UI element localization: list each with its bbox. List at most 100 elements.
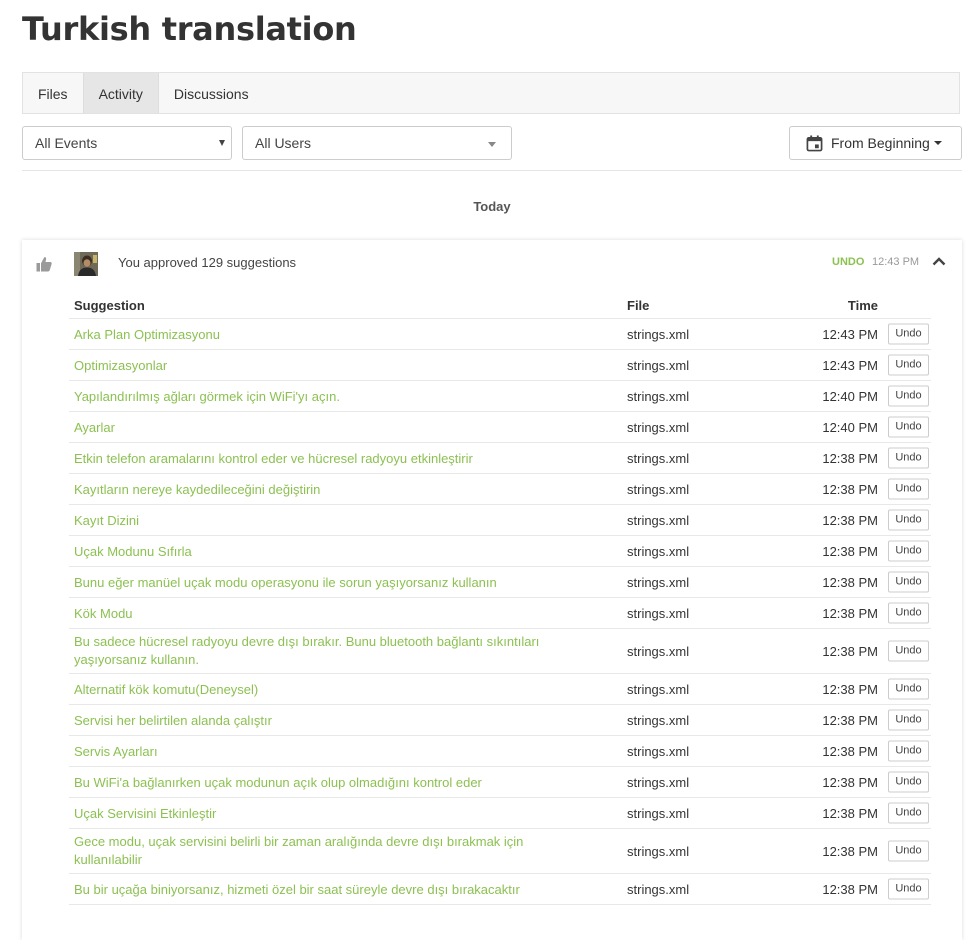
file-name: strings.xml bbox=[627, 712, 690, 728]
table-row: Kök Modu strings.xml 12:38 PM Undo bbox=[69, 598, 931, 629]
column-header-suggestion: Suggestion bbox=[74, 298, 145, 313]
suggestion-link[interactable]: Alternatif kök komutu(Deneysel) bbox=[74, 681, 574, 699]
undo-button[interactable]: Undo bbox=[888, 678, 929, 700]
undo-button[interactable]: Undo bbox=[888, 640, 929, 662]
row-time: 12:38 PM bbox=[822, 681, 878, 697]
file-name: strings.xml bbox=[627, 419, 690, 435]
divider bbox=[22, 170, 962, 171]
chevron-down-icon bbox=[933, 141, 942, 145]
tab-files[interactable]: Files bbox=[23, 73, 83, 113]
file-name: strings.xml bbox=[627, 574, 690, 590]
suggestion-link[interactable]: Kök Modu bbox=[74, 605, 574, 623]
suggestion-link[interactable]: Ayarlar bbox=[74, 419, 574, 437]
row-time: 12:38 PM bbox=[822, 774, 878, 790]
column-header-file: File bbox=[627, 298, 650, 313]
file-name: strings.xml bbox=[627, 481, 690, 497]
table-row: Uçak Servisini Etkinleştir strings.xml 12:… bbox=[69, 798, 931, 829]
suggestion-link[interactable]: Gece modu, uçak servisini belirli bir za… bbox=[74, 833, 574, 869]
undo-button[interactable]: Undo bbox=[888, 740, 929, 762]
tab-discussions[interactable]: Discussions bbox=[159, 73, 264, 113]
table-row: Kayıt Dizini strings.xml 12:38 PM Undo bbox=[69, 505, 931, 536]
undo-button[interactable]: Undo bbox=[888, 540, 929, 562]
chevron-up-icon[interactable] bbox=[932, 256, 946, 266]
table-row: Bu sadece hücresel radyoyu devre dışı bı… bbox=[69, 629, 931, 674]
row-time: 12:38 PM bbox=[822, 605, 878, 621]
file-name: strings.xml bbox=[627, 512, 690, 528]
avatar bbox=[74, 252, 98, 276]
table-row: Arka Plan Optimizasyonu strings.xml 12:43 … bbox=[69, 319, 931, 350]
date-range-label: From Beginning bbox=[831, 135, 930, 151]
users-filter-select[interactable]: All Users bbox=[242, 126, 512, 160]
row-time: 12:38 PM bbox=[822, 805, 878, 821]
dropdown-caret-icon bbox=[488, 142, 496, 147]
file-name: strings.xml bbox=[627, 357, 690, 373]
activity-time: 12:43 PM bbox=[872, 256, 920, 268]
page-title: Turkish translation bbox=[22, 10, 357, 48]
activity-card: You approved 129 suggestions UNDO 12:43 … bbox=[22, 240, 962, 940]
undo-button[interactable]: Undo bbox=[888, 709, 929, 731]
suggestion-link[interactable]: Bu sadece hücresel radyoyu devre dışı bı… bbox=[74, 633, 574, 669]
date-range-button[interactable]: From Beginning bbox=[789, 126, 962, 160]
table-row: Servisi her belirtilen alanda çalıştır st… bbox=[69, 705, 931, 736]
suggestion-link[interactable]: Etkin telefon aramalarını kontrol eder v… bbox=[74, 450, 574, 468]
undo-button[interactable]: Undo bbox=[888, 447, 929, 469]
undo-button[interactable]: Undo bbox=[888, 509, 929, 531]
row-time: 12:43 PM bbox=[822, 326, 878, 342]
file-name: strings.xml bbox=[627, 388, 690, 404]
suggestion-link[interactable]: Servis Ayarları bbox=[74, 743, 574, 761]
file-name: strings.xml bbox=[627, 743, 690, 759]
undo-button[interactable]: Undo bbox=[888, 802, 929, 824]
suggestion-link[interactable]: Yapılandırılmış ağları görmek için WiFi'… bbox=[74, 388, 574, 406]
undo-button[interactable]: Undo bbox=[888, 878, 929, 900]
column-header-time: Time bbox=[847, 298, 878, 313]
dropdown-caret-icon bbox=[219, 140, 225, 146]
undo-button[interactable]: Undo bbox=[888, 354, 929, 376]
suggestion-link[interactable]: Arka Plan Optimizasyonu bbox=[74, 326, 574, 344]
suggestion-link[interactable]: Uçak Modunu Sıfırla bbox=[74, 543, 574, 561]
suggestion-link[interactable]: Optimizasyonlar bbox=[74, 357, 574, 375]
file-name: strings.xml bbox=[627, 843, 690, 859]
events-filter-select[interactable]: All Events bbox=[22, 126, 232, 160]
table-row: Optimizasyonlar strings.xml 12:43 PM Undo bbox=[69, 350, 931, 381]
suggestion-link[interactable]: Bunu eğer manüel uçak modu operasyonu il… bbox=[74, 574, 574, 592]
suggestion-link[interactable]: Bu WiFi'a bağlanırken uçak modunun açık … bbox=[74, 774, 574, 792]
table-row: Alternatif kök komutu(Deneysel) strings.x… bbox=[69, 674, 931, 705]
file-name: strings.xml bbox=[627, 774, 690, 790]
row-time: 12:38 PM bbox=[822, 843, 878, 859]
undo-button[interactable]: Undo bbox=[888, 771, 929, 793]
row-time: 12:38 PM bbox=[822, 574, 878, 590]
undo-button[interactable]: Undo bbox=[888, 323, 929, 345]
row-time: 12:38 PM bbox=[822, 643, 878, 659]
table-row: Bu WiFi'a bağlanırken uçak modunun açık … bbox=[69, 767, 931, 798]
table-row: Servis Ayarları strings.xml 12:38 PM Undo bbox=[69, 736, 931, 767]
undo-button[interactable]: Undo bbox=[888, 385, 929, 407]
file-name: strings.xml bbox=[627, 605, 690, 621]
undo-all-link[interactable]: UNDO bbox=[832, 256, 864, 268]
tab-bar: Files Activity Discussions bbox=[22, 72, 960, 114]
table-row: Ayarlar strings.xml 12:40 PM Undo bbox=[69, 412, 931, 443]
suggestion-link[interactable]: Kayıt Dizini bbox=[74, 512, 574, 530]
file-name: strings.xml bbox=[627, 543, 690, 559]
file-name: strings.xml bbox=[627, 450, 690, 466]
table-row: Yapılandırılmış ağları görmek için WiFi'… bbox=[69, 381, 931, 412]
row-time: 12:38 PM bbox=[822, 712, 878, 728]
row-time: 12:43 PM bbox=[822, 357, 878, 373]
undo-button[interactable]: Undo bbox=[888, 478, 929, 500]
table-row: Bu bir uçağa biniyorsanız, hizmeti özel … bbox=[69, 874, 931, 905]
row-time: 12:38 PM bbox=[822, 481, 878, 497]
table-row: Gece modu, uçak servisini belirli bir za… bbox=[69, 829, 931, 874]
suggestion-link[interactable]: Uçak Servisini Etkinleştir bbox=[74, 805, 574, 823]
table-row: Uçak Modunu Sıfırla strings.xml 12:38 PM Un… bbox=[69, 536, 931, 567]
calendar-icon bbox=[806, 134, 823, 151]
undo-button[interactable]: Undo bbox=[888, 416, 929, 438]
undo-button[interactable]: Undo bbox=[888, 602, 929, 624]
undo-button[interactable]: Undo bbox=[888, 840, 929, 862]
suggestion-link[interactable]: Servisi her belirtilen alanda çalıştır bbox=[74, 712, 574, 730]
row-time: 12:38 PM bbox=[822, 512, 878, 528]
suggestion-link[interactable]: Bu bir uçağa biniyorsanız, hizmeti özel … bbox=[74, 881, 574, 899]
undo-button[interactable]: Undo bbox=[888, 571, 929, 593]
suggestion-link[interactable]: Kayıtların nereye kaydedileceğini değişt… bbox=[74, 481, 574, 499]
tab-activity[interactable]: Activity bbox=[82, 73, 159, 113]
day-label: Today bbox=[473, 199, 511, 214]
table-header: Suggestion File Time bbox=[74, 298, 931, 318]
